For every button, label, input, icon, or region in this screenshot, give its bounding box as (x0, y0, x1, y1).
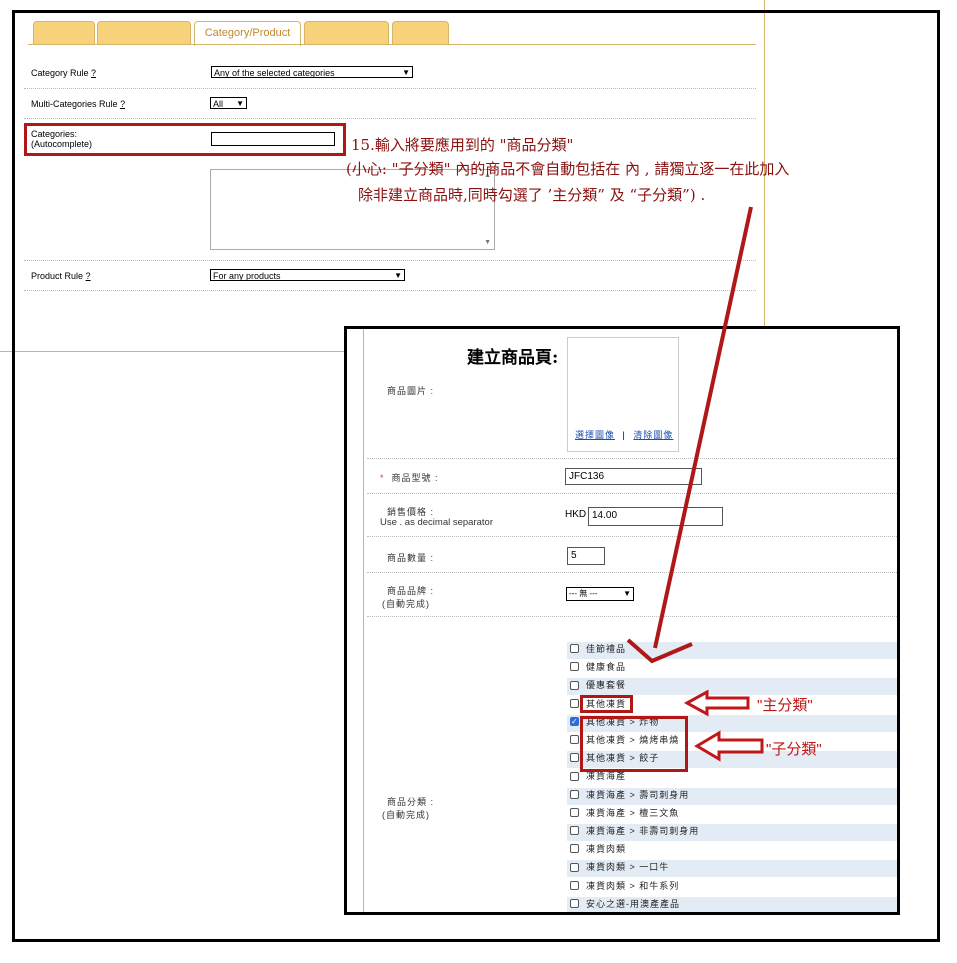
annotation-overlay (626, 206, 764, 762)
pointer-arrow-head (626, 638, 693, 664)
main-category-annotation: "主分類" (757, 697, 813, 714)
pointer-arrow-line (653, 206, 753, 649)
main-arrow-icon (683, 689, 750, 717)
sub-arrow-icon (694, 730, 764, 762)
sub-category-annotation: "子分類" (766, 741, 822, 758)
